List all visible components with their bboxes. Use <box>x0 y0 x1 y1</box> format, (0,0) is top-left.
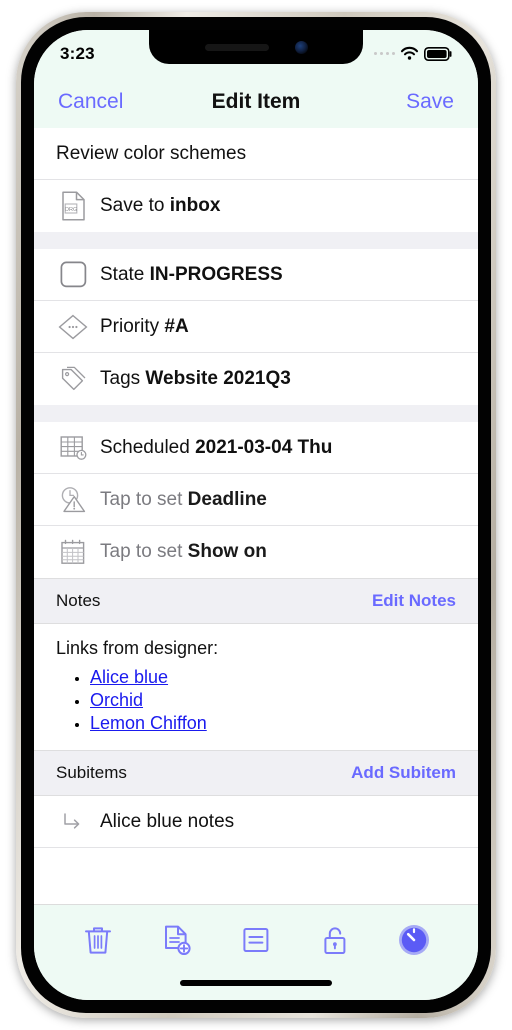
list-item: Orchid <box>90 690 456 711</box>
notes-section-title: Notes <box>56 591 101 610</box>
edit-item-form: Review color schemes ORG Save to inbox S… <box>34 128 478 898</box>
signal-dots-icon <box>373 51 395 56</box>
trash-icon <box>84 927 111 954</box>
subitem-label: Alice blue notes <box>100 810 235 832</box>
status-bar: 3:23 <box>34 30 478 76</box>
deadline-label: Tap to set Deadline <box>100 488 267 510</box>
item-heading-row[interactable]: Review color schemes <box>34 128 478 180</box>
page-title: Edit Item <box>211 90 301 113</box>
status-indicators <box>373 44 453 61</box>
timer-button[interactable] <box>393 919 435 961</box>
scheduled-label: Scheduled 2021-03-04 Thu <box>100 436 333 458</box>
phone-frame: 3:23 Cancel Edit Item Save Review color … <box>16 12 496 1018</box>
note-icon <box>243 928 269 952</box>
priority-diamond-icon <box>56 314 90 340</box>
note-link[interactable]: Alice blue <box>90 667 168 687</box>
scheduled-row[interactable]: Scheduled 2021-03-04 Thu <box>34 422 478 474</box>
deadline-warning-icon <box>56 486 90 514</box>
tags-row[interactable]: Tags Website 2021Q3 <box>34 353 478 405</box>
notes-section-header: Notes Edit Notes <box>34 578 478 624</box>
document-add-icon <box>164 925 191 955</box>
subitem-arrow-icon <box>56 812 90 832</box>
notes-body: Links from designer: Alice blue Orchid L… <box>34 624 478 750</box>
notch <box>149 30 363 64</box>
note-link[interactable]: Orchid <box>90 690 143 710</box>
timer-icon <box>399 925 430 955</box>
deadline-row[interactable]: Tap to set Deadline <box>34 474 478 526</box>
wifi-icon <box>400 46 419 60</box>
tags-label: Tags Website 2021Q3 <box>100 368 291 389</box>
screenshot-root: 3:23 Cancel Edit Item Save Review color … <box>0 0 512 1030</box>
notes-button[interactable] <box>235 919 277 961</box>
earpiece-speaker <box>204 43 269 51</box>
calendar-icon <box>56 538 90 566</box>
tag-icon <box>56 365 90 393</box>
list-item: Lemon Chiffon <box>90 713 456 734</box>
list-item: Alice blue <box>90 667 456 688</box>
state-row[interactable]: State IN-PROGRESS <box>34 249 478 301</box>
unlock-icon <box>324 927 346 954</box>
add-subitem-button[interactable]: Add Subitem <box>351 763 456 783</box>
file-row-label: Save to inbox <box>100 195 221 216</box>
priority-label: Priority #A <box>100 315 189 337</box>
save-button[interactable]: Save <box>406 90 454 113</box>
phone-screen: 3:23 Cancel Edit Item Save Review color … <box>34 30 478 1000</box>
show-on-row[interactable]: Tap to set Show on <box>34 526 478 578</box>
subitems-section-title: Subitems <box>56 763 127 782</box>
section-gap <box>34 232 478 249</box>
front-camera-icon <box>294 40 308 54</box>
show-on-label: Tap to set Show on <box>100 541 267 562</box>
home-indicator[interactable] <box>180 980 332 986</box>
svg-text:ORG: ORG <box>64 207 77 213</box>
calendar-schedule-icon <box>56 434 90 461</box>
note-link[interactable]: Lemon Chiffon <box>90 713 207 733</box>
battery-full-icon <box>424 46 452 61</box>
lock-button[interactable] <box>314 919 356 961</box>
file-row[interactable]: ORG Save to inbox <box>34 180 478 232</box>
notes-link-list: Alice blue Orchid Lemon Chiffon <box>90 667 456 734</box>
notes-lead-text: Links from designer: <box>56 638 219 658</box>
state-label: State IN-PROGRESS <box>100 263 283 285</box>
navigation-bar: Cancel Edit Item Save <box>34 76 478 128</box>
phone-bezel: 3:23 Cancel Edit Item Save Review color … <box>21 17 491 1013</box>
subitems-section-header: Subitems Add Subitem <box>34 750 478 796</box>
section-gap <box>34 405 478 422</box>
priority-row[interactable]: Priority #A <box>34 301 478 353</box>
edit-notes-button[interactable]: Edit Notes <box>372 591 456 611</box>
subitem-row[interactable]: Alice blue notes <box>34 796 478 848</box>
org-document-icon: ORG <box>56 191 90 221</box>
status-time: 3:23 <box>60 44 95 63</box>
item-heading: Review color schemes <box>56 142 247 164</box>
new-document-button[interactable] <box>156 919 198 961</box>
delete-button[interactable] <box>77 919 119 961</box>
checkbox-empty-icon[interactable] <box>56 261 90 288</box>
cancel-button[interactable]: Cancel <box>58 90 123 113</box>
